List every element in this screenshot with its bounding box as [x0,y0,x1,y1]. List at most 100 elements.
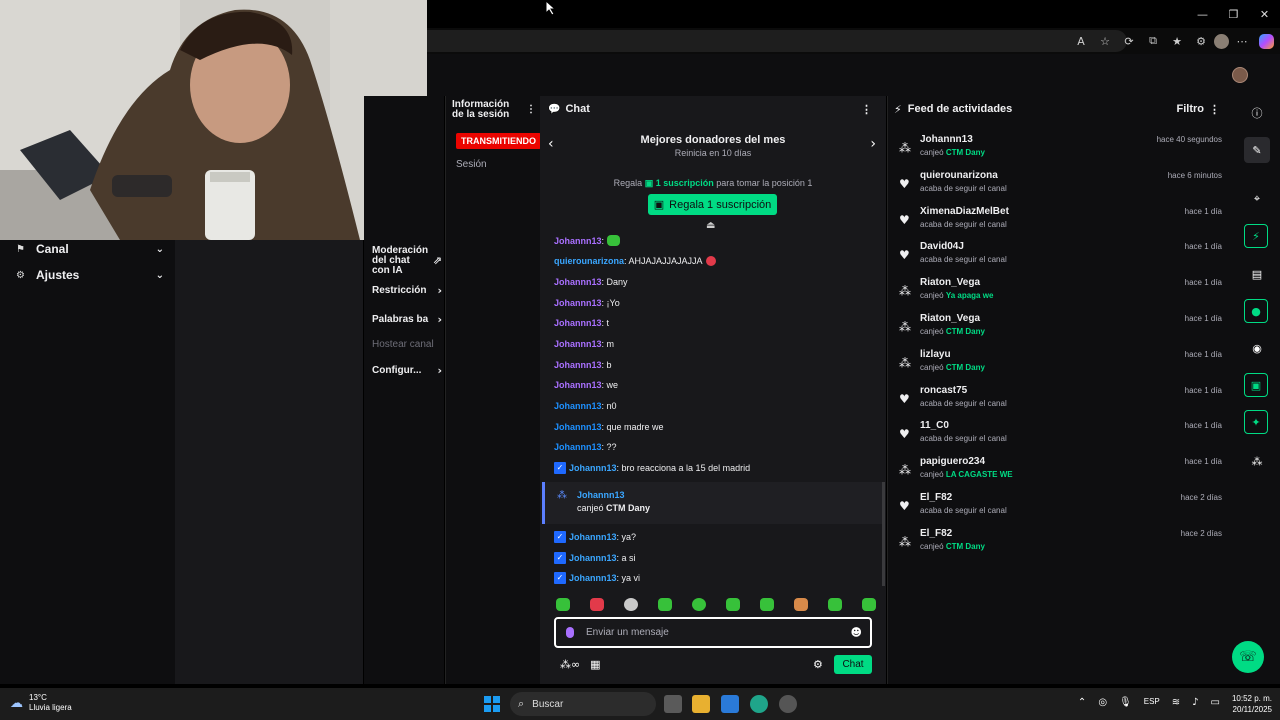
layout-icon[interactable]: ▣ [1244,373,1268,397]
edit-icon[interactable]: ✎ [1244,137,1270,163]
emote-icon[interactable] [590,598,604,611]
feed-username[interactable]: lizlayu [920,349,951,360]
feed-username[interactable]: roncast75 [920,385,967,396]
chat-bubble-icon[interactable]: ● [1244,299,1268,323]
refresh-icon[interactable]: ⟳ [1118,30,1140,52]
help-chat-button[interactable]: ☏ [1232,641,1264,673]
battery-icon[interactable]: ▭ [1211,697,1220,708]
favorites-icon[interactable]: ★ [1166,30,1188,52]
chat-input[interactable]: Enviar un mensaje ☻ [554,617,872,648]
store-icon[interactable]: ▦ [590,658,600,671]
network-icon[interactable]: ◎ [1098,697,1107,708]
microphone-icon[interactable] [566,627,574,638]
info-icon[interactable]: ⓘ [1244,100,1270,126]
chat-username[interactable]: quierounarizona [554,256,624,266]
chat-username[interactable]: Johannn13 [554,422,602,432]
chat-username[interactable]: Johannn13 [554,236,602,246]
emote-icon[interactable] [828,598,842,611]
file-explorer-icon[interactable] [692,695,710,713]
read-aloud-icon[interactable]: A [1070,30,1092,52]
target-icon[interactable]: ⌖ [1244,186,1270,212]
kebab-icon[interactable]: ⋮ [1209,103,1220,116]
sidebar-item-ajustes[interactable]: ⚙ Ajustes ⌄ [16,266,164,284]
edge-browser-icon[interactable] [750,695,768,713]
channel-points-button[interactable]: ⁂∞ [560,658,580,671]
feed-item[interactable]: ⁂ papiguero234 canjeó LA CAGASTE WE hace 1 … [888,454,1236,488]
user-avatar[interactable] [1232,67,1248,83]
wrench-icon[interactable]: ✦ [1244,410,1268,434]
feed-username[interactable]: quierounarizona [920,170,998,181]
kebab-icon[interactable]: ⋮ [861,103,872,116]
feed-item[interactable]: ⁂ Riaton_Vega canjeó CTM Dany hace 1 día [888,311,1236,345]
microphone-icon[interactable]: 🎙 [1119,697,1132,708]
feed-username[interactable]: XimenaDiazMelBet [920,206,1009,217]
feed-username[interactable]: 11_C0 [920,420,949,431]
broadcast-icon[interactable]: ◉ [1244,335,1270,361]
chat-scrollbar[interactable] [882,482,885,586]
chat-username[interactable]: Johannn13 [554,401,602,411]
emote-icon[interactable] [760,598,774,611]
emoji-icon[interactable]: ☻ [851,626,862,639]
chat-username[interactable]: Johannn13 [569,553,617,563]
mod-item-ai-moderation[interactable]: Moderación del chat con IA ⇗ [372,246,442,276]
feed-item[interactable]: ⁂ El_F82 canjeó CTM Dany hace 2 días [888,526,1236,560]
chat-username[interactable]: Johannn13 [554,277,602,287]
feed-username[interactable]: Riaton_Vega [920,277,980,288]
session-label[interactable]: Sesión [456,159,487,170]
emote-icon[interactable] [726,598,740,611]
copilot-icon[interactable] [1259,33,1274,49]
task-view-icon[interactable] [664,695,682,713]
quick-actions-icon[interactable]: ⚡ [1244,224,1268,248]
feed-item[interactable]: ♥ 11_C0 acaba de seguir el canal hace 1 día [888,418,1236,452]
feed-username[interactable]: David04J [920,241,964,252]
store-app-icon[interactable] [721,695,739,713]
chat-username[interactable]: Johannn13 [569,573,617,583]
filter-button[interactable]: Filtro [1177,103,1205,115]
chat-settings-icon[interactable]: ⚙ [813,658,823,671]
mod-item-config[interactable]: Configur... › [372,364,442,377]
start-button[interactable] [484,696,500,712]
extensions-icon[interactable]: ⧉ [1142,30,1164,52]
clipboard-icon[interactable]: ▤ [1244,261,1270,287]
emote-icon[interactable] [556,598,570,611]
url-field[interactable] [427,30,1127,52]
close-icon[interactable]: ✕ [1249,0,1280,28]
feed-username[interactable]: papiguero234 [920,456,985,467]
language-indicator[interactable]: ESP [1144,697,1160,708]
mod-item-banned-words[interactable]: Palabras ba › [372,313,442,326]
weather-widget[interactable]: ☁ 13°C Lluvia ligera [10,693,72,713]
feed-item[interactable]: ♥ roncast75 acaba de seguir el canal hace 1… [888,383,1236,417]
profile-avatar[interactable] [1214,33,1229,49]
feed-item[interactable]: ⁂ Riaton_Vega canjeó Ya apaga we hace 1 día [888,275,1236,309]
channel-points-icon[interactable]: ⁂ [1244,448,1270,474]
emote-icon[interactable] [658,598,672,611]
chat-username[interactable]: Johannn13 [569,463,617,473]
emote-icon[interactable] [794,598,808,611]
chat-username[interactable]: Johannn13 [554,380,602,390]
chevron-up-icon[interactable]: ⌃ [1078,697,1086,708]
taskbar-search[interactable]: ⌕ Buscar [510,692,656,716]
gift-sub-button[interactable]: ▣ Regala 1 suscripción [648,194,777,215]
emote-icon[interactable] [862,598,876,611]
redeem-user[interactable]: Johannn13 [577,490,625,500]
chat-username[interactable]: Johannn13 [554,442,602,452]
restore-icon[interactable]: ❐ [1218,0,1249,28]
feed-item[interactable]: ⁂ Johannn13 canjeó CTM Dany hace 40 segundo… [888,132,1236,166]
feed-username[interactable]: El_F82 [920,528,952,539]
minimize-icon[interactable]: — [1187,0,1218,28]
wifi-icon[interactable]: ≋ [1172,697,1180,708]
feed-item[interactable]: ♥ quierounarizona acaba de seguir el canal… [888,168,1236,202]
chat-username[interactable]: Johannn13 [554,318,602,328]
collapse-handle-icon[interactable]: ⏏ [706,220,715,231]
feed-item[interactable]: ⁂ lizlayu canjeó CTM Dany hace 1 día [888,347,1236,381]
feed-item[interactable]: ♥ El_F82 acaba de seguir el canal hace 2 dí… [888,490,1236,524]
feed-username[interactable]: Johannn13 [920,134,973,145]
chat-send-button[interactable]: Chat [834,655,872,674]
feed-username[interactable]: El_F82 [920,492,952,503]
more-icon[interactable]: ⋯ [1231,30,1253,52]
favorite-star-icon[interactable]: ☆ [1094,30,1116,52]
feed-username[interactable]: Riaton_Vega [920,313,980,324]
emote-icon[interactable] [624,598,638,611]
chat-username[interactable]: Johannn13 [569,532,617,542]
mod-item-restriction[interactable]: Restricción › [372,284,442,297]
